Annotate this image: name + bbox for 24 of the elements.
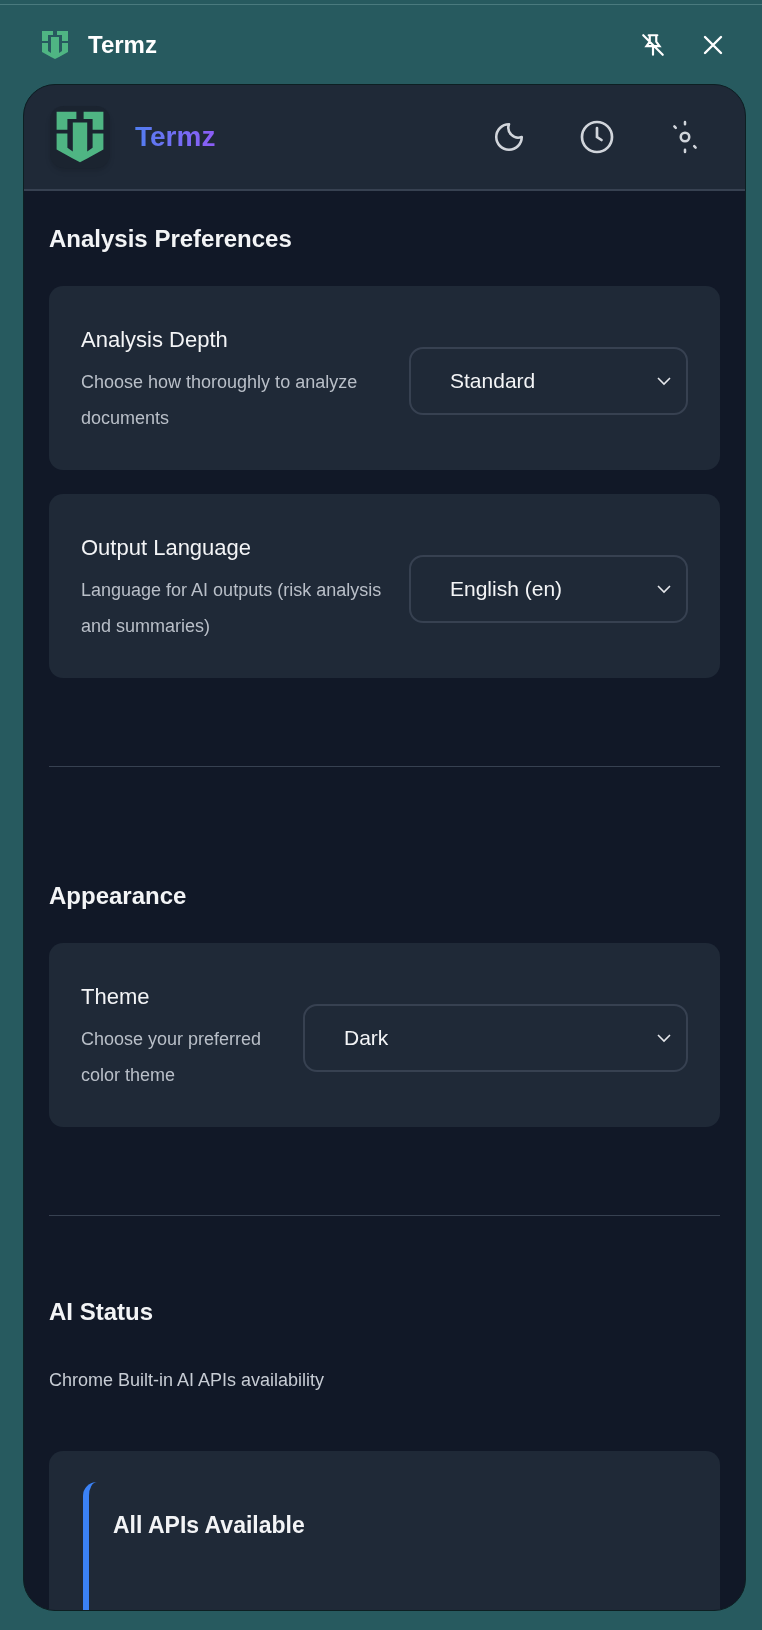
section-heading: Appearance (49, 882, 188, 910)
setting-description: Choose your preferred color theme (81, 1028, 263, 1087)
setting-label: Theme (81, 983, 151, 1011)
pin-off-icon (640, 31, 666, 58)
close-icon (702, 33, 724, 56)
setting-label: Analysis Depth (81, 326, 229, 354)
status-title: All APIs Available (113, 1511, 306, 1539)
app-logo-icon (50, 106, 110, 168)
dropdown[interactable]: Dark (303, 1004, 688, 1072)
section-heading: Analysis Preferences (49, 225, 293, 253)
setting-label: Output Language (81, 534, 253, 562)
dropdown[interactable]: English (en) (409, 555, 688, 623)
setting-description: Language for AI outputs (risk analysis and summaries) (81, 579, 383, 638)
dropdown[interactable]: Standard (409, 347, 688, 415)
clock-icon (579, 119, 615, 155)
chevron-down-icon (656, 1033, 672, 1043)
moon-icon (492, 120, 526, 154)
section-heading: AI Status (49, 1298, 154, 1326)
window-title: Termz (88, 29, 157, 60)
chevron-down-icon (656, 376, 672, 386)
chevron-down-icon (656, 584, 672, 594)
section-subtitle: Chrome Built-in AI APIs availability (49, 1369, 326, 1392)
setting-description: Choose how thoroughly to analyze documents (81, 371, 359, 430)
shield-logo-icon (40, 28, 70, 61)
